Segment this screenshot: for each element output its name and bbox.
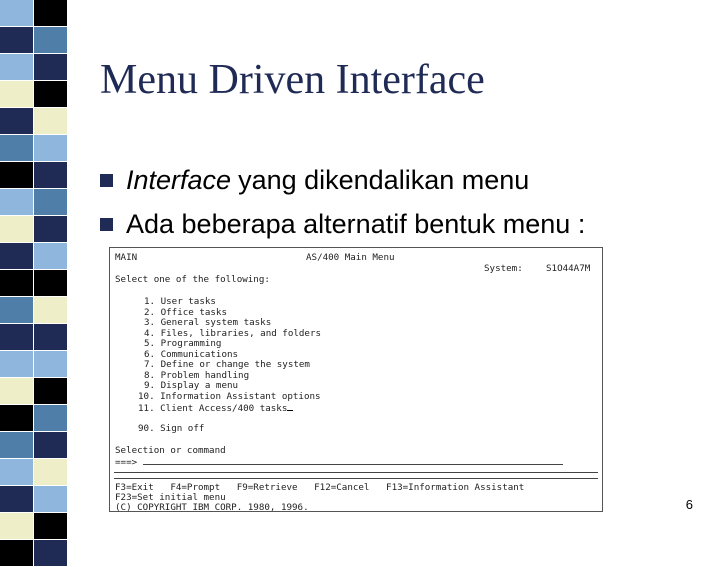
square-bullet-icon <box>100 218 113 231</box>
text-cursor <box>287 402 294 411</box>
bullet-text: Ada beberapa alternatif bentuk menu : <box>126 209 586 239</box>
menu-option: 11. Client Access/400 tasks <box>138 402 294 415</box>
select-prompt: Select one of the following: <box>115 274 270 285</box>
menu-id: MAIN <box>115 252 138 263</box>
divider <box>114 472 598 473</box>
command-label: Selection or command <box>115 445 226 456</box>
slide-title: Menu Driven Interface <box>100 57 485 103</box>
signoff-option: 90. Sign off <box>138 423 205 434</box>
bullet-text: yang dikendalikan menu <box>238 165 530 195</box>
menu-option: 10. Information Assistant options <box>138 390 321 402</box>
copyright-line: (C) COPYRIGHT IBM CORP. 1980, 1996. <box>115 502 309 512</box>
command-entry-field <box>142 457 563 465</box>
bullet-list: Interface yang dikendalikan menu Ada beb… <box>100 165 585 253</box>
bullet-item: Interface yang dikendalikan menu <box>100 165 585 209</box>
decorative-block-strip <box>0 0 68 567</box>
square-bullet-icon <box>100 174 113 187</box>
bullet-emphasis: Interface <box>126 165 232 195</box>
command-prompt: ===> <box>115 456 138 468</box>
system-value: S1O44A7M <box>546 263 591 274</box>
as400-terminal-screenshot: MAIN AS/400 Main Menu System: S1O44A7M S… <box>109 247 603 512</box>
divider <box>114 478 598 479</box>
system-label: System: <box>484 263 523 274</box>
command-line: ===> <box>115 457 563 469</box>
screen-title: AS/400 Main Menu <box>306 252 395 263</box>
page-number: 6 <box>685 497 693 512</box>
